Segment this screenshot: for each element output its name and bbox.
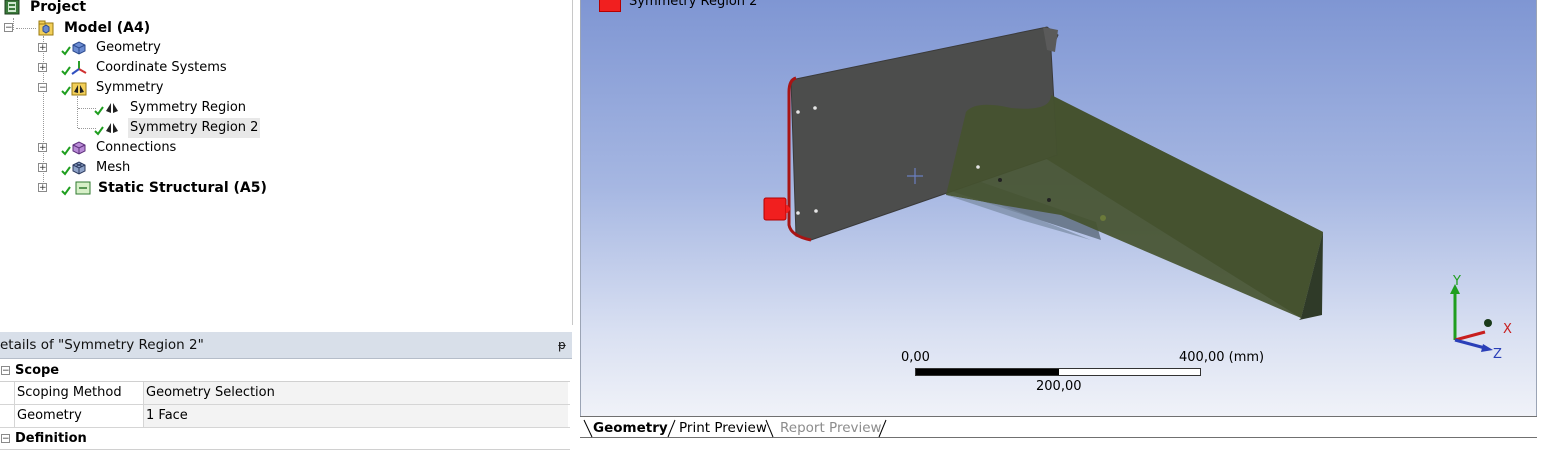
expand-icon[interactable]: + [38,63,47,73]
tab-geometry[interactable]: Geometry [593,419,668,437]
coordinate-system-icon [71,61,87,75]
tree-label-symmetry: Symmetry [96,80,164,95]
section-definition[interactable]: − Definition [0,428,570,450]
static-structural-icon [75,181,91,195]
tree-label-static-structural: Static Structural (A5) [98,180,267,196]
check-icon [61,166,71,176]
hole [813,106,817,110]
hole [1100,215,1106,221]
section-definition-label: Definition [15,431,87,446]
symmetry-region-icon [106,123,118,133]
scale-label-mid: 200,00 [1036,379,1082,394]
property-row-geometry[interactable]: Geometry 1 Face [0,405,570,428]
scale-label-right: 400,00 (mm) [1179,350,1265,365]
check-icon [94,106,104,116]
z-axis-icon [1454,338,1486,350]
triad-label-x: X [1503,322,1512,337]
symmetry-region-icon [106,103,118,113]
expand-icon[interactable]: + [38,163,47,173]
section-scope-label: Scope [15,363,60,378]
tree-guide [16,28,36,29]
hole [1047,198,1051,202]
scale-bar-fill [916,369,1059,375]
geometry-icon [72,41,86,55]
property-key: Geometry [14,405,144,427]
details-title: etails of "Symmetry Region 2" [0,337,204,353]
tab-print-preview[interactable]: Print Preview [679,419,767,437]
check-icon [94,126,104,136]
scale-bar [915,368,1201,376]
check-icon [61,46,71,56]
x-axis-icon [1454,330,1486,342]
tree-label-connections: Connections [96,140,177,155]
symmetry-marker [763,197,787,221]
hole [796,211,800,215]
details-panel: etails of "Symmetry Region 2" ᵽ − Scope … [0,332,572,450]
tree-label-project: Project [30,0,87,15]
details-header: etails of "Symmetry Region 2" ᵽ [0,332,572,359]
hole [976,165,980,169]
expand-icon[interactable]: + [38,43,47,53]
triad-label-z: Z [1493,347,1502,360]
section-scope[interactable]: − Scope [0,360,570,382]
tree-label-symmetry-region-2: Symmetry Region 2 [128,118,261,138]
view-tabbar: Geometry Print Preview Report Preview [580,416,1537,445]
scale-label-left: 0,00 [901,350,930,365]
symmetry-folder-icon [71,82,87,96]
project-icon [4,0,20,15]
tab-report-preview[interactable]: Report Preview [780,419,882,437]
check-icon [61,86,71,96]
tree-label-symmetry-region: Symmetry Region [130,100,247,115]
property-value[interactable]: Geometry Selection [144,382,568,404]
expand-icon[interactable]: + [38,183,47,193]
collapse-icon[interactable]: − [38,83,47,93]
tree-label-geometry: Geometry [96,40,161,55]
tree-label-coordinate-systems: Coordinate Systems [96,60,227,75]
check-icon [61,66,71,76]
axis-triad[interactable]: Y X Z [1441,270,1521,360]
hole [998,178,1002,182]
property-row-scoping-method[interactable]: Scoping Method Geometry Selection [0,382,570,405]
check-icon [61,146,71,156]
triad-label-y: Y [1452,274,1461,289]
collapse-icon[interactable]: − [1,434,10,444]
tree-label-mesh: Mesh [96,160,131,175]
property-key: Scoping Method [14,382,144,404]
expand-icon[interactable]: + [38,143,47,153]
tree-guide [77,96,78,128]
outline-tree: Project − Model (A4) + Geometry + Coordi… [0,0,573,325]
tree-label-model: Model (A4) [64,20,151,36]
graphics-viewport[interactable]: Symmetry Region 2 0,00 400,00 (mm) 200,0… [580,0,1537,416]
collapse-icon[interactable]: − [1,366,10,376]
mesh-icon [72,161,86,175]
pin-icon[interactable]: ᵽ [558,332,566,358]
hole [814,209,818,213]
model-geometry[interactable] [581,0,1536,416]
property-value[interactable]: 1 Face [144,405,568,427]
check-icon [61,186,71,196]
collapse-icon[interactable]: − [4,23,13,33]
connections-icon [72,141,86,155]
hole [796,110,800,114]
model-icon [38,20,54,36]
tree-guide [13,18,14,30]
